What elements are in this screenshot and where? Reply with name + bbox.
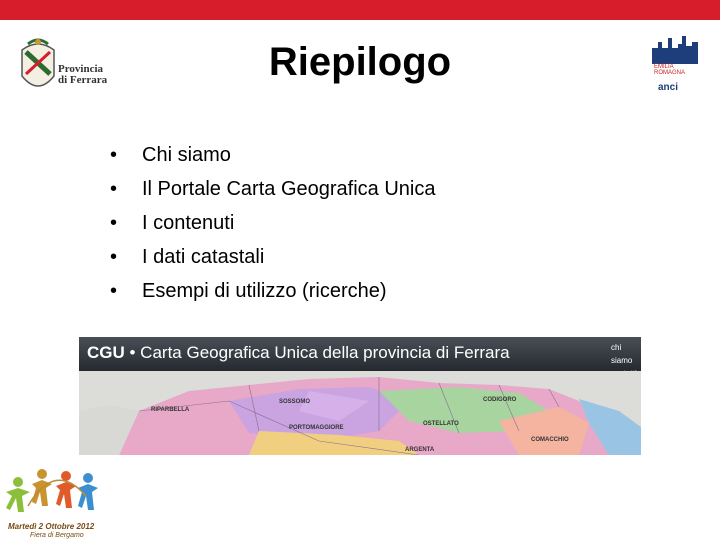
top-accent-bar [0,0,720,20]
map-label: ARGENTA [405,447,435,453]
map-label: CODIGORO [483,397,517,403]
bullet-dot: • [110,144,118,166]
bullet-item: • Esempi di utilizzo (ricerche) [110,274,435,308]
map-label: SOSSOMO [279,399,310,405]
bullet-list: • Chi siamo • Il Portale Carta Geografica … [110,138,435,308]
bullet-dot: • [110,212,118,234]
slide-title: Riepilogo [268,40,452,84]
bullet-item: • I contenuti [110,206,435,240]
bullet-dot: • [110,246,118,268]
portal-link-chi-siamo[interactable]: chi siamo [561,341,641,367]
event-date: Martedì 2 Ottobre 2012 [8,522,95,531]
map-label: RIPARBELLA [151,407,190,413]
event-place: Fiera di Bergamo [30,532,84,539]
map-label: COMACCHIO [531,437,569,443]
portal-title: CGU • Carta Geografica Unica della provi… [87,343,510,362]
portal-header: CGU • Carta Geografica Unica della provi… [79,337,641,378]
event-logo: Martedì 2 Ottobre 2012 Fiera di Bergamo [0,466,130,540]
map-label: PORTOMAGGIORE [289,425,344,431]
bullet-dot: • [110,280,118,302]
map-label: OSTELLATO [423,421,459,427]
bullet-dot: • [110,178,118,200]
anci-emilia-romagna-logo: EMILIA ROMAGNA anci [650,34,702,94]
anci-region-text: EMILIA ROMAGNA [654,64,686,76]
bullet-item: • Chi siamo [110,138,435,172]
anci-name: anci [658,82,679,93]
people-icon [6,469,98,512]
skyline-icon [652,36,698,64]
province-map: RIPARBELLA SOSSOMO PORTOMAGGIORE ARGENTA… [79,371,641,455]
cgu-portal-screenshot: CGU • Carta Geografica Unica della provi… [79,337,641,455]
bullet-item: • Il Portale Carta Geografica Unica [110,172,435,206]
bullet-item: • I dati catastali [110,240,435,274]
